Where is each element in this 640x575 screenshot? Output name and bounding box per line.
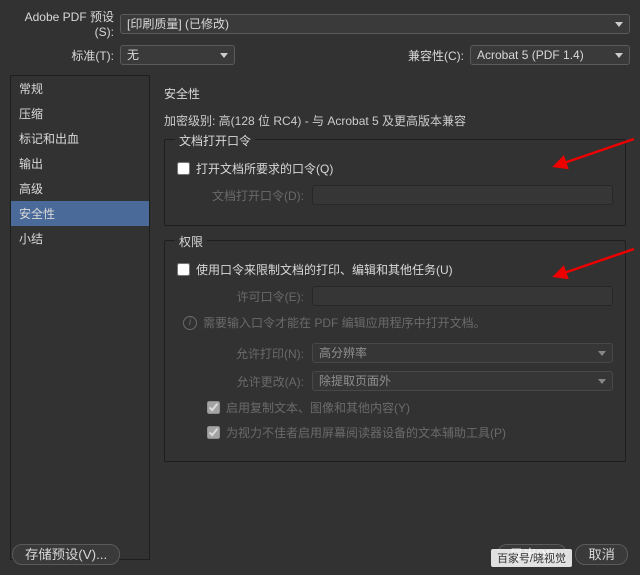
panel-title: 安全性 [164, 85, 626, 102]
restrict-permissions-checkbox[interactable] [177, 263, 190, 276]
enable-accessibility-checkbox [207, 426, 220, 439]
allow-printing-label: 允许打印(N): [177, 345, 312, 362]
enable-copy-checkbox [207, 401, 220, 414]
open-password-input [312, 185, 613, 205]
permissions-group: 权限 使用口令来限制文档的打印、编辑和其他任务(U) 许可口令(E): i 需要… [164, 240, 626, 462]
watermark: 百家号/晓视觉 [491, 549, 572, 567]
enable-accessibility-label: 为视力不佳者启用屏幕阅读器设备的文本辅助工具(P) [226, 424, 506, 441]
save-preset-button[interactable]: 存储预设(V)... [12, 544, 120, 565]
sidebar-item-summary[interactable]: 小结 [11, 226, 149, 251]
allow-changes-label: 允许更改(A): [177, 373, 312, 390]
require-open-password-checkbox[interactable] [177, 162, 190, 175]
compat-label: 兼容性(C): [408, 47, 470, 64]
sidebar-item-marks[interactable]: 标记和出血 [11, 126, 149, 151]
permission-note: 需要输入口令才能在 PDF 编辑应用程序中打开文档。 [203, 314, 486, 331]
permission-password-input [312, 286, 613, 306]
sidebar-item-compression[interactable]: 压缩 [11, 101, 149, 126]
sidebar-item-output[interactable]: 输出 [11, 151, 149, 176]
allow-printing-select[interactable]: 高分辨率 [312, 343, 613, 363]
open-password-label: 文档打开口令(D): [177, 187, 312, 204]
sidebar-item-security[interactable]: 安全性 [11, 201, 149, 226]
require-open-password-label: 打开文档所要求的口令(Q) [196, 160, 333, 177]
sidebar-item-general[interactable]: 常规 [11, 76, 149, 101]
open-password-group: 文档打开口令 打开文档所要求的口令(Q) 文档打开口令(D): [164, 139, 626, 226]
allow-changes-select[interactable]: 除提取页面外 [312, 371, 613, 391]
restrict-permissions-label: 使用口令来限制文档的打印、编辑和其他任务(U) [196, 261, 453, 278]
encryption-level: 加密级别: 高(128 位 RC4) - 与 Acrobat 5 及更高版本兼容 [164, 112, 626, 129]
preset-select[interactable]: [印刷质量] (已修改) [120, 14, 630, 34]
category-sidebar: 常规 压缩 标记和出血 输出 高级 安全性 小结 [10, 75, 150, 560]
enable-copy-label: 启用复制文本、图像和其他内容(Y) [226, 399, 410, 416]
permission-password-label: 许可口令(E): [177, 288, 312, 305]
open-password-legend: 文档打开口令 [175, 132, 255, 149]
permissions-legend: 权限 [175, 233, 207, 250]
compat-select[interactable]: Acrobat 5 (PDF 1.4) [470, 45, 630, 65]
standard-label: 标准(T): [10, 47, 120, 64]
preset-label: Adobe PDF 预设(S): [10, 8, 120, 39]
cancel-button[interactable]: 取消 [575, 544, 628, 565]
info-icon: i [183, 316, 197, 330]
standard-select[interactable]: 无 [120, 45, 235, 65]
sidebar-item-advanced[interactable]: 高级 [11, 176, 149, 201]
